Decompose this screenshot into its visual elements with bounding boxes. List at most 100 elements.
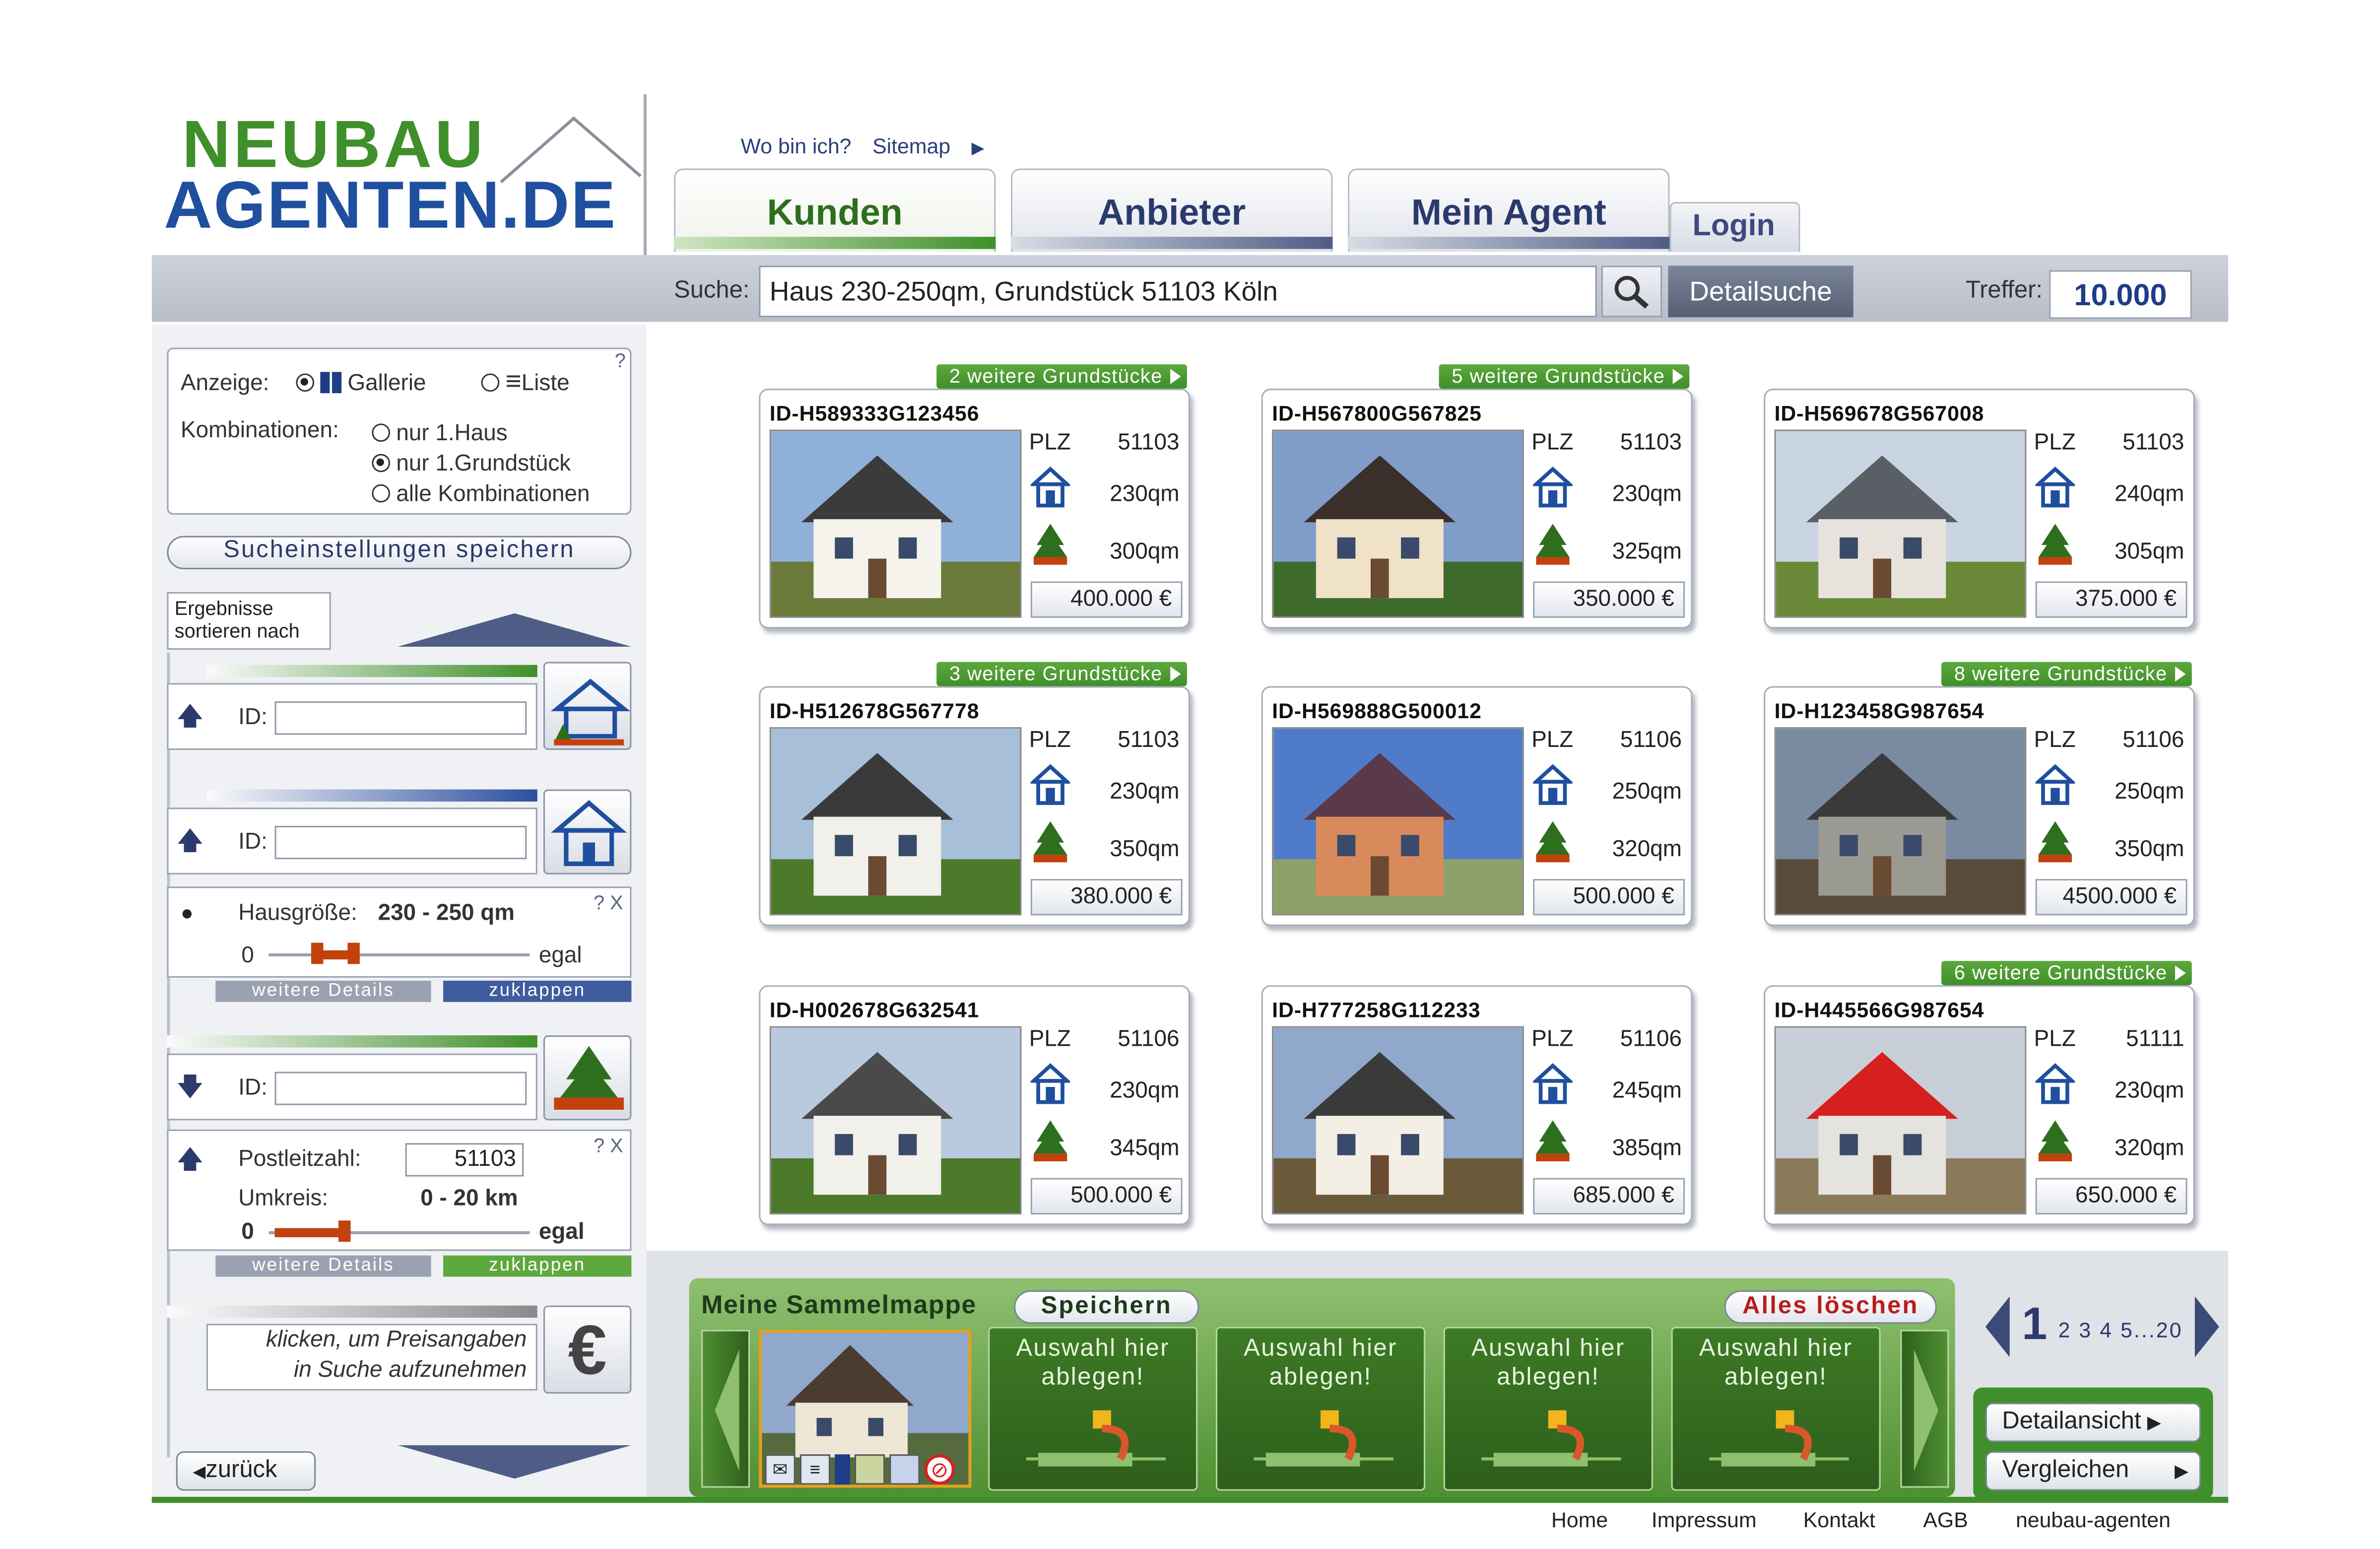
help-close-controls[interactable]: ? X	[594, 1134, 623, 1157]
compare-button[interactable]: Vergleichen ▶	[1985, 1451, 2201, 1491]
sort-up-icon[interactable]: 🡅	[178, 700, 202, 741]
listing-card[interactable]: ID-H569888G500012 PLZ 51106 250qm 320qm 500.0…	[1261, 686, 1693, 926]
view-list-option[interactable]: ≡Liste	[481, 367, 570, 396]
listing-photo[interactable]	[1272, 727, 1524, 916]
footer-kontakt-link[interactable]: Kontakt	[1803, 1507, 1875, 1532]
slider-handle-max[interactable]	[338, 1220, 351, 1242]
collection-save-button[interactable]: Speichern	[1014, 1290, 1199, 1324]
combination-plot-option[interactable]: nur 1.Grundstück	[372, 451, 571, 476]
listing-card[interactable]: ID-H569678G567008 PLZ 51103 240qm 305qm 375.0…	[1764, 389, 2195, 629]
radio-unselected[interactable]	[481, 373, 500, 392]
plot-remove-icon[interactable]	[855, 1454, 885, 1485]
more-plots-badge[interactable]: 6 weitere Grundstücke	[1942, 961, 2192, 986]
house-remove-icon[interactable]	[889, 1454, 920, 1485]
sort-up-icon[interactable]: 🡅	[178, 824, 202, 866]
sort-down-icon[interactable]: 🡇	[178, 1070, 202, 1111]
id-input-house[interactable]	[274, 825, 527, 860]
slider-handle-min[interactable]	[311, 943, 324, 964]
footer-agb-link[interactable]: AGB	[1923, 1507, 1968, 1532]
radio-selected[interactable]	[296, 373, 315, 392]
back-button[interactable]: ◀zurück	[176, 1451, 316, 1491]
more-details-button[interactable]: weitere Details	[215, 1255, 431, 1277]
listing-card[interactable]: ID-H512678G567778 PLZ 51103 230qm 350qm 380.0…	[759, 686, 1190, 926]
sitemap-link[interactable]: Sitemap	[872, 134, 950, 158]
page-prev-icon[interactable]	[1983, 1293, 2013, 1360]
search-icon	[1614, 275, 1649, 309]
more-plots-badge[interactable]: 8 weitere Grundstücke	[1942, 662, 2192, 686]
listing-photo[interactable]	[1774, 727, 2027, 916]
postcode-input[interactable]: 51103	[405, 1143, 524, 1177]
tag-icon[interactable]	[835, 1454, 850, 1485]
search-button[interactable]	[1601, 266, 1662, 318]
listing-photo[interactable]	[769, 1026, 1022, 1214]
collection-drop-slot[interactable]: Auswahl hier ablegen!	[1216, 1327, 1426, 1491]
details-icon[interactable]: ≡	[799, 1454, 831, 1485]
listing-card[interactable]: ID-H445566G987654 PLZ 51111 230qm 320qm 650.0…	[1764, 985, 2195, 1225]
listing-card[interactable]: ID-H002678G632541 PLZ 51106 230qm 345qm 500.0…	[759, 985, 1190, 1225]
listing-photo[interactable]	[1774, 1026, 2027, 1214]
more-plots-badge[interactable]: 5 weitere Grundstücke	[1439, 364, 1690, 389]
combination-all-option[interactable]: alle Kombinationen	[372, 481, 590, 507]
listing-photo[interactable]	[769, 727, 1022, 916]
listing-photo[interactable]	[1272, 429, 1524, 618]
radio-unselected[interactable]	[372, 423, 391, 442]
id-input-combo[interactable]	[274, 701, 527, 735]
sort-up-icon[interactable]: 🡅	[178, 1143, 202, 1184]
price-hint[interactable]: klicken, um Preisangaben in Suche aufzun…	[206, 1324, 537, 1391]
more-details-button[interactable]: weitere Details	[215, 980, 431, 1002]
page-next-icon[interactable]	[2192, 1293, 2222, 1360]
collection-drop-slot[interactable]: Auswahl hier ablegen!	[988, 1327, 1198, 1491]
radio-unselected[interactable]	[372, 484, 391, 503]
detail-search-button[interactable]: Detailsuche	[1668, 266, 1853, 318]
scroll-down-arrow-icon[interactable]	[397, 1445, 632, 1479]
scroll-up-arrow-icon[interactable]	[397, 613, 632, 647]
house-icon	[1030, 764, 1070, 805]
house-plot-filter-button[interactable]	[543, 662, 632, 750]
site-logo[interactable]: NEUBAU AGENTEN.DE	[164, 106, 644, 252]
detail-view-button[interactable]: Detailansicht ▶	[1985, 1403, 2201, 1442]
id-label: ID:	[238, 1075, 267, 1101]
collection-drop-slot[interactable]: Auswahl hier ablegen!	[1443, 1327, 1653, 1491]
login-tab[interactable]: Login	[1669, 202, 1800, 252]
view-gallery-option[interactable]: Gallerie	[296, 370, 426, 396]
euro-icon[interactable]: €	[543, 1305, 632, 1394]
combination-house-option[interactable]: nur 1.Haus	[372, 420, 508, 446]
help-close-controls[interactable]: ? X	[594, 891, 623, 914]
more-plots-badge[interactable]: 2 weitere Grundstücke	[937, 364, 1187, 389]
collection-drop-slot[interactable]: Auswahl hier ablegen!	[1671, 1327, 1881, 1491]
collection-prev-button[interactable]	[701, 1330, 750, 1488]
collapse-button[interactable]: zuklappen	[443, 1255, 632, 1277]
collection-clear-button[interactable]: Alles löschen	[1724, 1290, 1937, 1324]
listing-photo[interactable]	[1272, 1026, 1524, 1214]
plot-tree-icon	[2038, 821, 2072, 863]
slider-handle-max[interactable]	[347, 943, 360, 964]
radio-selected[interactable]	[372, 454, 391, 472]
plot-filter-button[interactable]	[543, 1035, 632, 1121]
footer-impressum-link[interactable]: Impressum	[1652, 1507, 1757, 1532]
listing-card[interactable]: ID-H777258G112233 PLZ 51106 245qm 385qm 685.0…	[1261, 985, 1693, 1225]
current-page[interactable]: 1	[2022, 1299, 2047, 1351]
search-input[interactable]: Haus 230-250qm, Grundstück 51103 Köln	[759, 266, 1597, 318]
where-am-i-link[interactable]: Wo bin ich?	[741, 134, 852, 158]
footer-neubau-agenten-link[interactable]: neubau-agenten	[2016, 1507, 2171, 1532]
collection-next-button[interactable]	[1900, 1330, 1949, 1488]
other-pages[interactable]: 2 3 4 5...20	[2058, 1318, 2183, 1342]
listing-card[interactable]: ID-H123458G987654 PLZ 51106 250qm 350qm 4500.…	[1764, 686, 2195, 926]
footer-home-link[interactable]: Home	[1551, 1507, 1608, 1532]
delete-icon[interactable]: ⊘	[924, 1454, 955, 1485]
range-min: 0	[241, 1219, 254, 1245]
listing-photo[interactable]	[1774, 429, 2027, 618]
display-options-box: Anzeige: Gallerie ≡Liste ? Kombinationen…	[167, 347, 632, 515]
collection-item-saved[interactable]: ✉ ≡ ⊘	[759, 1330, 972, 1488]
mail-icon[interactable]: ✉	[765, 1454, 795, 1485]
listing-card[interactable]: ID-H589333G123456 PLZ 51103 230qm 300qm 400.0…	[759, 389, 1190, 629]
house-size-slider-track[interactable]	[268, 953, 530, 956]
help-icon[interactable]: ?	[615, 349, 626, 372]
house-filter-button[interactable]	[543, 789, 632, 875]
save-search-settings-button[interactable]: Sucheinstellungen speichern	[167, 536, 632, 570]
id-input-plot[interactable]	[274, 1072, 527, 1105]
listing-photo[interactable]	[769, 429, 1022, 618]
more-plots-badge[interactable]: 3 weitere Grundstücke	[937, 662, 1187, 686]
listing-card[interactable]: ID-H567800G567825 PLZ 51103 230qm 325qm 350.0…	[1261, 389, 1693, 629]
collapse-button[interactable]: zuklappen	[443, 980, 632, 1002]
